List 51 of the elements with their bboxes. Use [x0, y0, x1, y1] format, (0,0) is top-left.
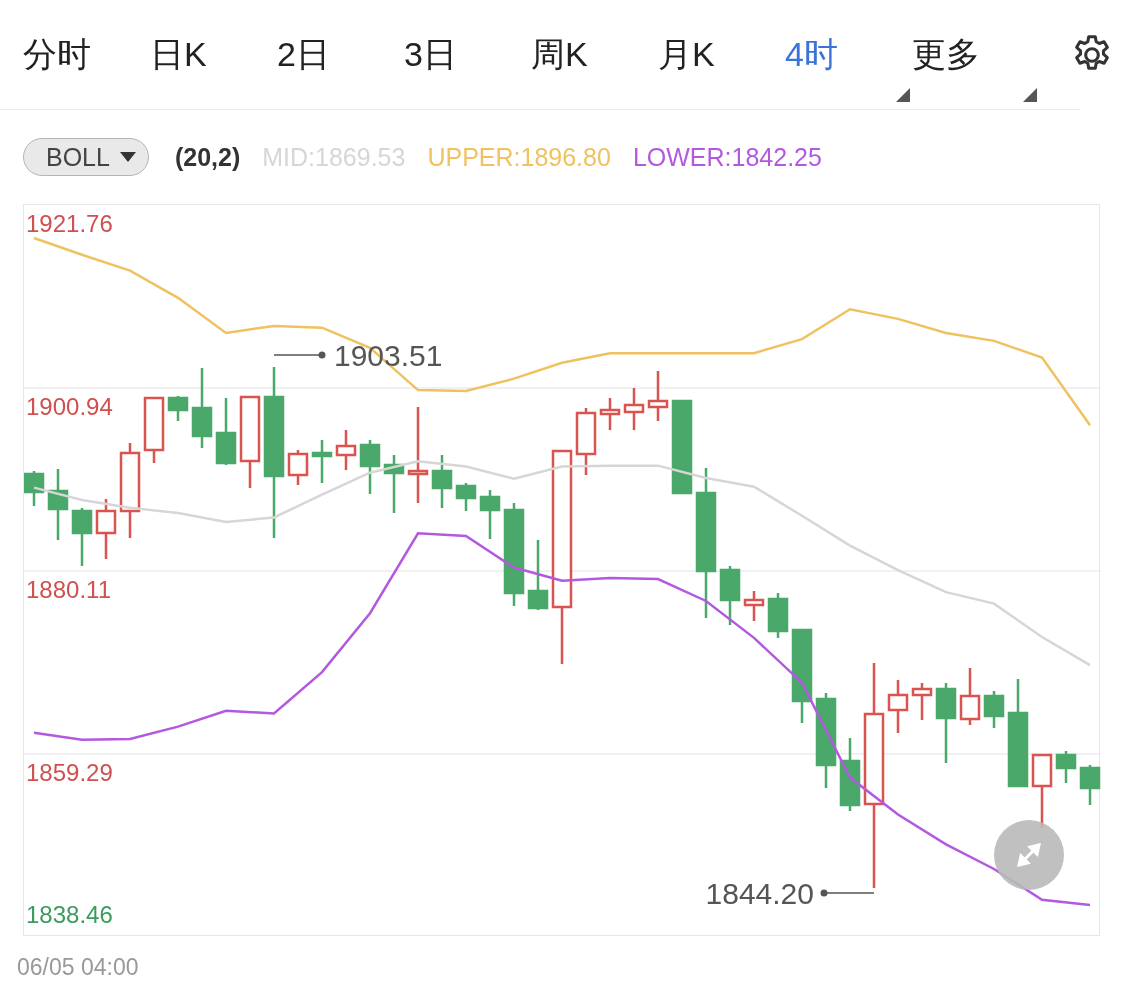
leader-line — [273, 351, 326, 359]
candle — [647, 371, 669, 421]
indicator-params: (20,2) — [174, 142, 241, 172]
period-tab[interactable]: 日K — [150, 31, 270, 78]
indicator-dropdown[interactable]: BOLL — [23, 138, 149, 176]
candle — [623, 388, 645, 430]
candle — [383, 455, 405, 513]
y-axis-label: 1880.11 — [26, 576, 111, 603]
y-axis-label: 1921.76 — [26, 210, 113, 237]
candle — [983, 691, 1005, 728]
candle — [431, 455, 453, 508]
y-axis-label: 1859.29 — [26, 758, 113, 786]
candle — [767, 593, 789, 638]
candle — [959, 668, 981, 725]
candle — [1079, 765, 1101, 805]
candle — [167, 396, 189, 421]
period-tab[interactable]: 周K — [531, 31, 651, 78]
candle — [887, 680, 909, 733]
candle — [527, 540, 549, 610]
candle — [719, 566, 741, 625]
period-tab[interactable]: 月K — [658, 31, 778, 78]
candle — [287, 450, 309, 485]
candle — [71, 508, 93, 566]
period-tab[interactable]: 分时 — [23, 31, 143, 78]
candle — [215, 398, 237, 465]
candle — [143, 396, 165, 463]
candle — [575, 408, 597, 475]
bottom-price-label: 1838.46 — [26, 901, 113, 928]
time-label: 06/05 04:00 — [16, 953, 140, 981]
candle — [311, 440, 333, 483]
period-tab[interactable]: 2日 — [277, 31, 397, 78]
price-annotation: 1844.20 — [705, 877, 814, 910]
legend-value: LOWER:1842.25 — [632, 142, 822, 172]
caret-icon — [119, 152, 136, 162]
candle — [479, 490, 501, 539]
candle — [95, 499, 117, 559]
candle — [455, 483, 477, 511]
period-tab[interactable]: 更多 — [912, 31, 1032, 78]
legend-value: UPPER:1896.80 — [427, 142, 611, 172]
candle — [24, 471, 45, 506]
period-tab[interactable]: 4时 — [785, 31, 905, 78]
candle — [47, 469, 69, 540]
candle — [743, 591, 765, 621]
candle — [1055, 751, 1077, 783]
y-axis-label: 1900.94 — [26, 392, 113, 420]
candle — [335, 430, 357, 470]
candle — [911, 683, 933, 720]
candle — [599, 398, 621, 430]
period-tab[interactable]: 3日 — [404, 31, 524, 78]
candle — [359, 440, 381, 494]
leader-line — [820, 889, 875, 897]
